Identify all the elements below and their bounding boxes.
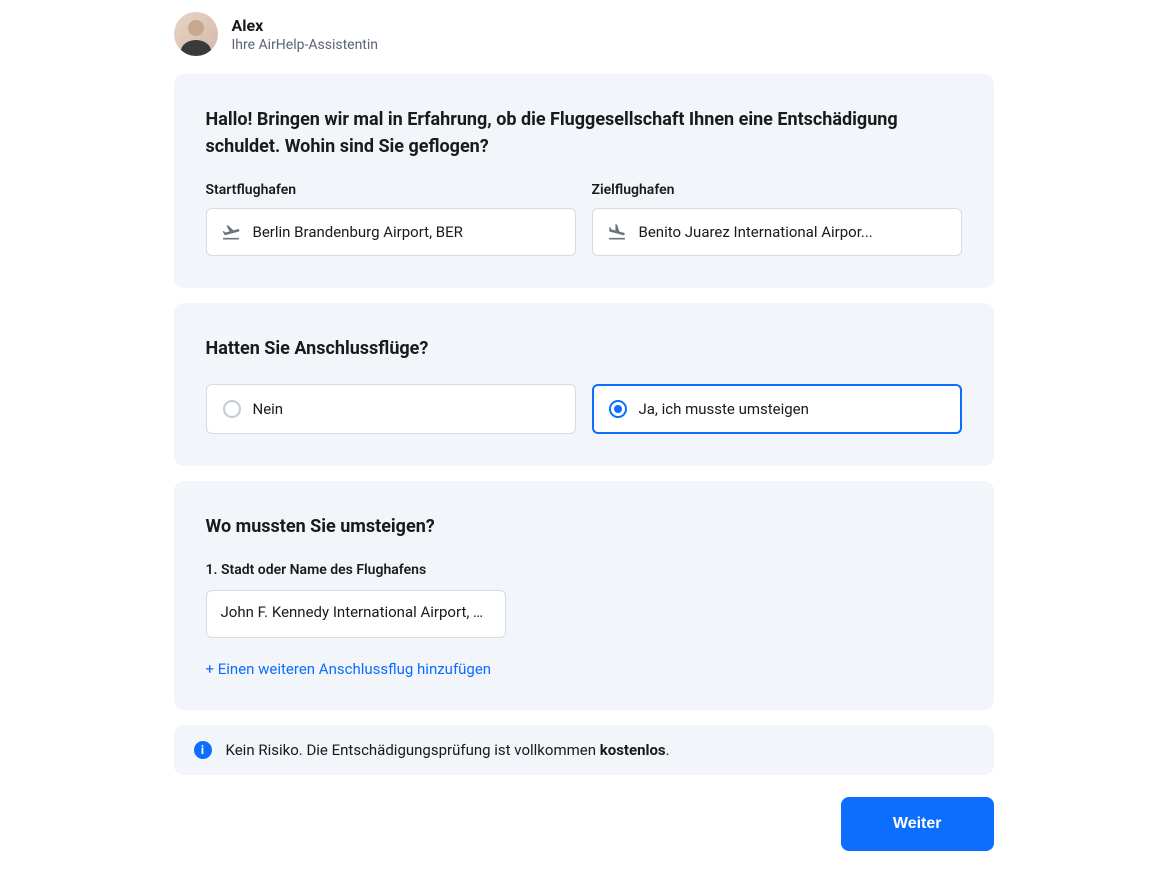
info-icon: i [194,741,212,759]
departure-label: Startflughafen [206,182,576,198]
arrival-label: Zielflughafen [592,182,962,198]
radio-no-label: Nein [253,400,284,418]
assistant-subtitle: Ihre AirHelp-Assistentin [232,37,379,53]
assistant-name: Alex [232,16,379,35]
radio-option-yes[interactable]: Ja, ich musste umsteigen [592,384,962,434]
card-connections: Hatten Sie Anschlussflüge? Nein Ja, ich … [174,303,994,466]
actions-row: Weiter [174,797,994,851]
arrival-input[interactable]: Benito Juarez International Airpor... [592,208,962,256]
continue-button[interactable]: Weiter [841,797,994,851]
departure-value: Berlin Brandenburg Airport, BER [253,223,463,241]
card-route: Hallo! Bringen wir mal in Erfahrung, ob … [174,74,994,288]
departure-input[interactable]: Berlin Brandenburg Airport, BER [206,208,576,256]
card-connections-title: Hatten Sie Anschlussflüge? [206,335,962,362]
card-stopover-title: Wo mussten Sie umsteigen? [206,513,962,540]
stopover-input[interactable]: John F. Kennedy International Airport, J… [206,590,506,638]
assistant-avatar [174,12,218,56]
plane-departure-icon [221,222,241,242]
card-stopover: Wo mussten Sie umsteigen? 1. Stadt oder … [174,481,994,710]
info-text-bold: kostenlos [600,741,666,759]
add-connection-link[interactable]: + Einen weiteren Anschlussflug hinzufüge… [206,660,962,678]
info-bar: i Kein Risiko. Die Entschädigungsprüfung… [174,725,994,775]
info-text-suffix: . [666,741,670,759]
radio-circle-icon [609,400,627,418]
stopover-value: John F. Kennedy International Airport, J… [221,603,491,621]
plane-arrival-icon [607,222,627,242]
card-route-title: Hallo! Bringen wir mal in Erfahrung, ob … [206,106,962,160]
radio-yes-label: Ja, ich musste umsteigen [639,400,809,418]
radio-option-no[interactable]: Nein [206,384,576,434]
radio-circle-icon [223,400,241,418]
info-text: Kein Risiko. Die Entschädigungsprüfung i… [226,741,670,759]
arrival-value: Benito Juarez International Airpor... [639,223,873,241]
info-text-prefix: Kein Risiko. Die Entschädigungsprüfung i… [226,741,600,759]
stopover-sublabel: 1. Stadt oder Name des Flughafens [206,562,962,578]
assistant-header: Alex Ihre AirHelp-Assistentin [174,10,994,74]
